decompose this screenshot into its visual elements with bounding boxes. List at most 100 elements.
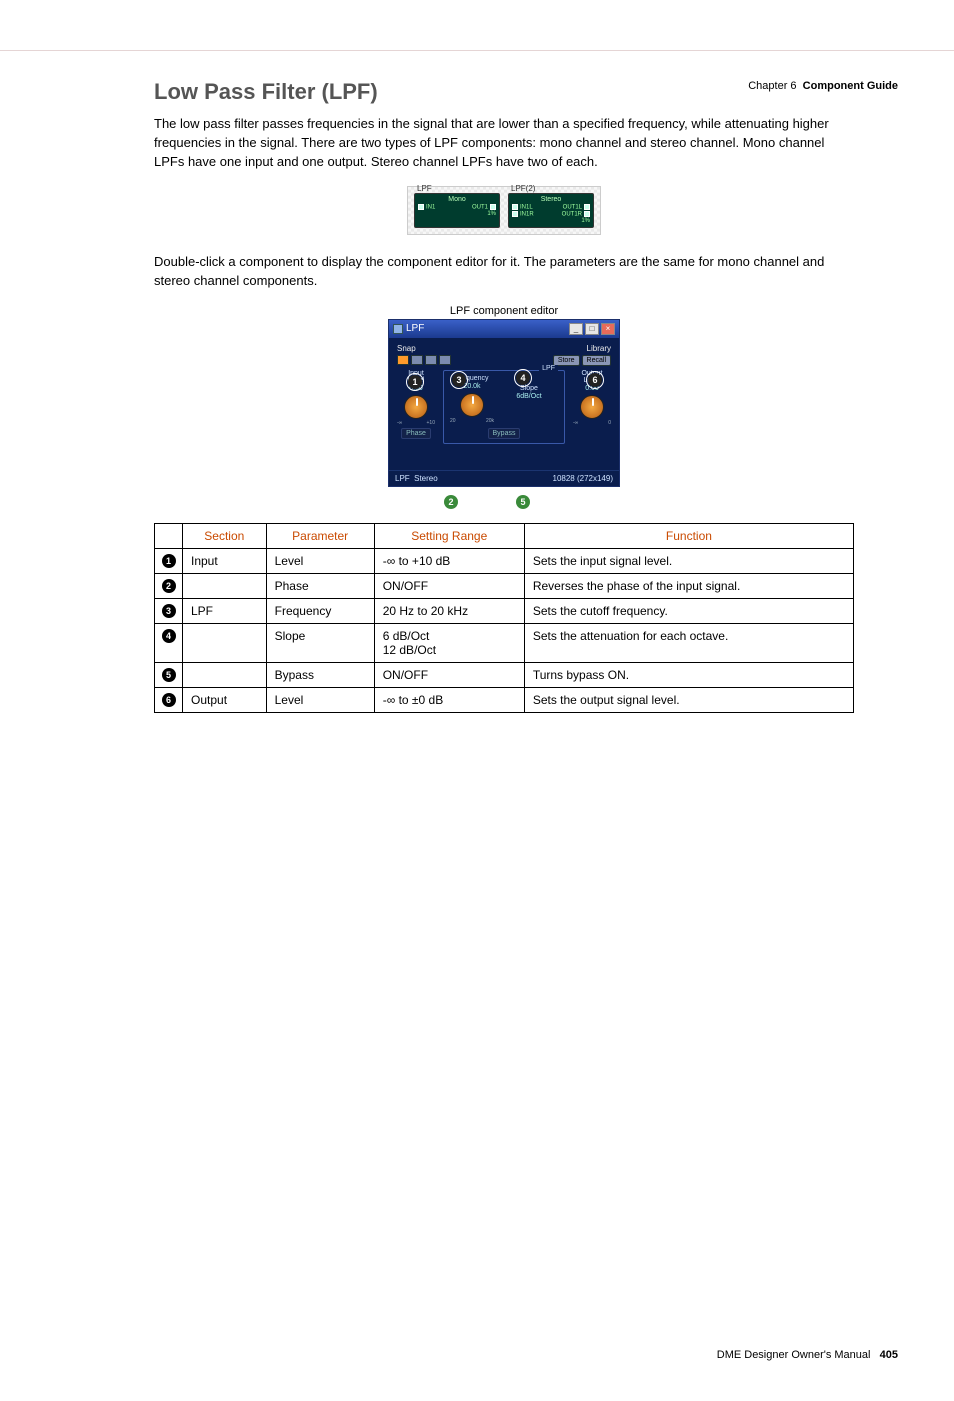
th-blank	[155, 523, 183, 548]
status-mid: Stereo	[414, 474, 438, 483]
table-row: 6 Output Level -∞ to ±0 dB Sets the outp…	[155, 687, 854, 712]
comp-pct: 1%	[418, 211, 496, 217]
callout-2: 2	[444, 495, 458, 509]
cell-func: Sets the output signal level.	[524, 687, 853, 712]
callout-5: 5	[516, 495, 530, 509]
out-port: OUT1	[472, 204, 496, 211]
cell-func: Sets the cutoff frequency.	[524, 598, 853, 623]
lpf-stereo-component[interactable]: LPF(2) Stereo IN1L OUT1L IN1R OUT1R 1%	[508, 193, 594, 228]
row-num: 3	[162, 604, 176, 618]
table-row: 4 Slope 6 dB/Oct 12 dB/Oct Sets the atte…	[155, 623, 854, 662]
editor-caption: LPF component editor	[154, 305, 854, 317]
library-label: Library	[553, 344, 611, 353]
th-func: Function	[524, 523, 853, 548]
in-port: IN1	[418, 204, 435, 211]
cell-section: Output	[183, 687, 267, 712]
callout-6: 6	[588, 373, 602, 387]
app-icon	[393, 324, 403, 334]
cell-section: LPF	[183, 598, 267, 623]
close-button[interactable]: ×	[601, 323, 615, 335]
component-thumbnails-figure: LPF Mono IN1 OUT1 1% LPF(2) Stereo IN1L …	[154, 186, 854, 235]
output-level-knob[interactable]	[580, 395, 604, 419]
cell-range: 20 Hz to 20 kHz	[374, 598, 524, 623]
intro-paragraph-1: The low pass filter passes frequencies i…	[154, 115, 854, 172]
th-param: Parameter	[266, 523, 374, 548]
status-left: LPF	[395, 474, 410, 483]
output-tick-lo: -∞	[573, 420, 578, 426]
recall-button[interactable]: Recall	[582, 355, 611, 366]
table-row: 5 Bypass ON/OFF Turns bypass ON.	[155, 662, 854, 687]
table-row: 2 Phase ON/OFF Reverses the phase of the…	[155, 573, 854, 598]
snap-slot-b[interactable]	[411, 355, 423, 365]
cell-range: ON/OFF	[374, 662, 524, 687]
out1l-port: OUT1L	[563, 204, 590, 211]
lpf-mono-component[interactable]: LPF Mono IN1 OUT1 1%	[414, 193, 500, 228]
cell-func: Reverses the phase of the input signal.	[524, 573, 853, 598]
snap-group: Snap	[397, 344, 451, 365]
row-num: 6	[162, 693, 176, 707]
callout-3: 3	[452, 373, 466, 387]
callout-4: 4	[516, 371, 530, 385]
cell-section	[183, 573, 267, 598]
row-num: 5	[162, 668, 176, 682]
editor-titlebar[interactable]: LPF _ □ ×	[389, 320, 619, 338]
cell-range: -∞ to ±0 dB	[374, 687, 524, 712]
freq-tick-hi: 20k	[486, 418, 494, 424]
library-group: Library Store Recall	[553, 344, 611, 366]
cell-param: Frequency	[266, 598, 374, 623]
comp-mode: Stereo	[512, 196, 590, 203]
in1l-port: IN1L	[512, 204, 533, 211]
row-num: 4	[162, 629, 176, 643]
table-row: 1 Input Level -∞ to +10 dB Sets the inpu…	[155, 548, 854, 573]
cell-section	[183, 623, 267, 662]
cell-range: -∞ to +10 dB	[374, 548, 524, 573]
snap-slot-c[interactable]	[425, 355, 437, 365]
maximize-button[interactable]: □	[585, 323, 599, 335]
comp-pct: 1%	[512, 218, 590, 224]
slope-label: Slope	[504, 385, 554, 392]
phase-button[interactable]: Phase	[401, 428, 431, 439]
editor-body: Snap Library Store	[389, 338, 619, 470]
frequency-knob[interactable]	[460, 393, 484, 417]
snap-slot-a[interactable]	[397, 355, 409, 365]
bypass-button[interactable]: Bypass	[488, 428, 521, 439]
cell-param: Phase	[266, 573, 374, 598]
editor-figure: LPF component editor LPF _ □ ×	[154, 305, 854, 487]
cell-func: Turns bypass ON.	[524, 662, 853, 687]
cell-range: 6 dB/Oct 12 dB/Oct	[374, 623, 524, 662]
in1r-port: IN1R	[512, 211, 534, 218]
cell-func: Sets the attenuation for each octave.	[524, 623, 853, 662]
minimize-button[interactable]: _	[569, 323, 583, 335]
lpf-frame-title: LPF	[539, 365, 558, 372]
parameter-table: Section Parameter Setting Range Function…	[154, 523, 854, 713]
thumbnails-container: LPF Mono IN1 OUT1 1% LPF(2) Stereo IN1L …	[407, 186, 601, 235]
cell-param: Level	[266, 548, 374, 573]
table-row: 3 LPF Frequency 20 Hz to 20 kHz Sets the…	[155, 598, 854, 623]
th-range: Setting Range	[374, 523, 524, 548]
snap-slot-d[interactable]	[439, 355, 451, 365]
comp-title: LPF	[417, 184, 432, 193]
cell-param: Bypass	[266, 662, 374, 687]
out1r-port: OUT1R	[562, 211, 590, 218]
row-num: 1	[162, 554, 176, 568]
chapter-label: Chapter 6	[748, 80, 796, 92]
window-title: LPF	[406, 323, 424, 334]
input-level-knob[interactable]	[404, 395, 428, 419]
window-app-icon: LPF	[393, 323, 424, 334]
callout-1: 1	[408, 375, 422, 389]
input-tick-hi: +10	[427, 420, 435, 426]
output-tick-hi: 0	[608, 420, 611, 426]
breadcrumb: Chapter 6 Component Guide	[748, 80, 898, 92]
row-num: 2	[162, 579, 176, 593]
input-tick-lo: -∞	[397, 420, 402, 426]
cell-func: Sets the input signal level.	[524, 548, 853, 573]
cell-param: Slope	[266, 623, 374, 662]
snap-label: Snap	[397, 344, 451, 353]
cell-section	[183, 662, 267, 687]
editor-wrap: LPF _ □ × Snap	[388, 319, 620, 487]
slope-value: 6dB/Oct	[504, 393, 554, 400]
table-header-row: Section Parameter Setting Range Function	[155, 523, 854, 548]
intro-paragraph-2: Double-click a component to display the …	[154, 253, 854, 291]
editor-statusbar: LPF Stereo 10828 (272x149)	[389, 470, 619, 486]
cell-range: ON/OFF	[374, 573, 524, 598]
